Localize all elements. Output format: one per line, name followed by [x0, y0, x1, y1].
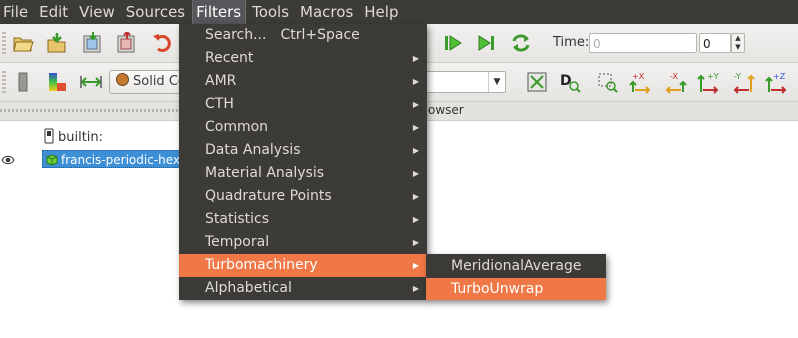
toolbar-grip[interactable] [2, 71, 6, 95]
view-plus-z-icon[interactable]: +Z [764, 69, 790, 95]
source-label: francis-periodic-hex-mesh [61, 153, 191, 167]
zoom-to-box-icon[interactable] [594, 69, 620, 95]
server-icon [44, 128, 54, 148]
submenu-arrow-icon: ▶ [412, 100, 419, 109]
time-input[interactable]: 0 [589, 33, 697, 53]
builtin-server-item[interactable]: builtin: [44, 128, 103, 146]
menu-item-label: Temporal [205, 234, 270, 250]
menu-item-label: Alphabetical [205, 280, 292, 296]
load-state-icon[interactable] [80, 30, 106, 56]
pipeline-source-item[interactable]: francis-periodic-hex-mesh [42, 150, 192, 168]
svg-text:-Y: -Y [734, 72, 741, 81]
dataset-icon [45, 153, 58, 167]
menu-sources[interactable]: Sources [123, 0, 189, 24]
reset-camera-icon[interactable] [524, 69, 550, 95]
menu-tools[interactable]: Tools [249, 0, 293, 24]
timestep-input[interactable]: 0 [699, 33, 731, 53]
color-by-select[interactable]: Solid Color [109, 70, 189, 94]
menu-edit[interactable]: Edit [36, 0, 72, 24]
menu-item-data-analysis[interactable]: Data Analysis ▶ [179, 139, 427, 162]
submenu-arrow-icon: ▶ [412, 54, 419, 63]
submenu-arrow-icon: ▶ [412, 123, 419, 132]
menu-item-cth[interactable]: CTH ▶ [179, 93, 427, 116]
menu-item-material-analysis[interactable]: Material Analysis ▶ [179, 162, 427, 185]
menu-item-alphabetical[interactable]: Alphabetical ▶ [179, 277, 427, 300]
menu-file[interactable]: File [0, 0, 32, 24]
view-plus-x-icon[interactable]: +X [628, 69, 654, 95]
submenu-arrow-icon: ▶ [412, 77, 419, 86]
scalar-bar-icon[interactable] [10, 69, 36, 95]
last-frame-icon[interactable] [474, 30, 500, 56]
representation-select[interactable]: ▼ [420, 71, 506, 93]
edit-color-map-icon[interactable] [44, 69, 70, 95]
svg-text:+X: +X [632, 72, 645, 81]
save-state-icon[interactable] [114, 30, 140, 56]
undo-icon[interactable] [149, 30, 175, 56]
menu-item-label: Recent [205, 50, 254, 66]
menu-item-label: CTH [205, 96, 234, 112]
rescale-range-icon[interactable] [78, 69, 104, 95]
submenu-arrow-icon: ▶ [412, 192, 419, 201]
menu-item-statistics[interactable]: Statistics ▶ [179, 208, 427, 231]
menu-item-label: Data Analysis [205, 142, 301, 158]
menu-item-turbomachinery[interactable]: Turbomachinery ▶ [179, 254, 427, 277]
menu-item-turbo-unwrap[interactable]: TurboUnwrap [426, 278, 606, 300]
submenu-arrow-icon: ▶ [412, 215, 419, 224]
submenu-arrow-icon: ▶ [412, 146, 419, 155]
timestep-spinner[interactable]: ▲ ▼ [731, 33, 745, 53]
svg-text:+Z: +Z [773, 72, 786, 81]
menu-item-label: Quadrature Points [205, 188, 332, 204]
chevron-down-icon: ▼ [488, 72, 505, 92]
menu-item-recent[interactable]: Recent ▶ [179, 47, 427, 70]
open-file-icon[interactable] [10, 30, 36, 56]
menu-item-temporal[interactable]: Temporal ▶ [179, 231, 427, 254]
view-plus-y-icon[interactable]: +Y [696, 69, 722, 95]
menu-help[interactable]: Help [361, 0, 402, 24]
toolbar-grip[interactable] [2, 32, 6, 56]
svg-text:-X: -X [670, 72, 678, 81]
menu-item-label: AMR [205, 73, 237, 89]
menu-item-search[interactable]: Search... Ctrl+Space [179, 24, 427, 47]
view-minus-x-icon[interactable]: -X [662, 69, 688, 95]
pipeline-browser-tab[interactable]: owser [428, 103, 464, 117]
menu-item-label: Statistics [205, 211, 269, 227]
submenu-arrow-icon: ▶ [412, 238, 419, 247]
submenu-arrow-icon: ▶ [412, 169, 419, 178]
menu-item-label: Search... [205, 27, 267, 43]
menu-item-label: Common [205, 119, 269, 135]
submenu-arrow-icon: ▶ [412, 284, 419, 293]
menu-view[interactable]: View [76, 0, 119, 24]
solid-color-icon [116, 73, 129, 86]
menu-item-quadrature-points[interactable]: Quadrature Points ▶ [179, 185, 427, 208]
menu-item-amr[interactable]: AMR ▶ [179, 70, 427, 93]
view-minus-y-icon[interactable]: -Y [730, 69, 756, 95]
menubar: File Edit View Sources Filters Tools Mac… [0, 0, 798, 25]
submenu-arrow-icon: ▶ [412, 261, 419, 270]
menu-item-common[interactable]: Common ▶ [179, 116, 427, 139]
menu-filters[interactable]: Filters [192, 0, 247, 25]
menu-item-shortcut: Ctrl+Space [280, 27, 360, 43]
filters-menu: Search... Ctrl+Space Recent ▶ AMR ▶ CTH ▶ Co… [179, 24, 427, 300]
builtin-label: builtin: [58, 130, 104, 145]
menu-macros[interactable]: Macros [297, 0, 357, 24]
time-label: Time: [553, 35, 590, 50]
eye-icon[interactable] [1, 153, 15, 169]
loop-icon[interactable] [508, 30, 534, 56]
svg-text:+Y: +Y [707, 72, 719, 81]
menu-item-label: Turbomachinery [205, 257, 318, 273]
save-data-icon[interactable] [44, 30, 70, 56]
zoom-to-data-icon[interactable]: D [557, 69, 583, 95]
turbomachinery-submenu: MeridionalAverage TurboUnwrap [426, 254, 606, 300]
menu-item-label: Material Analysis [205, 165, 325, 181]
play-icon[interactable] [440, 30, 466, 56]
menu-item-meridional-average[interactable]: MeridionalAverage [426, 255, 606, 277]
